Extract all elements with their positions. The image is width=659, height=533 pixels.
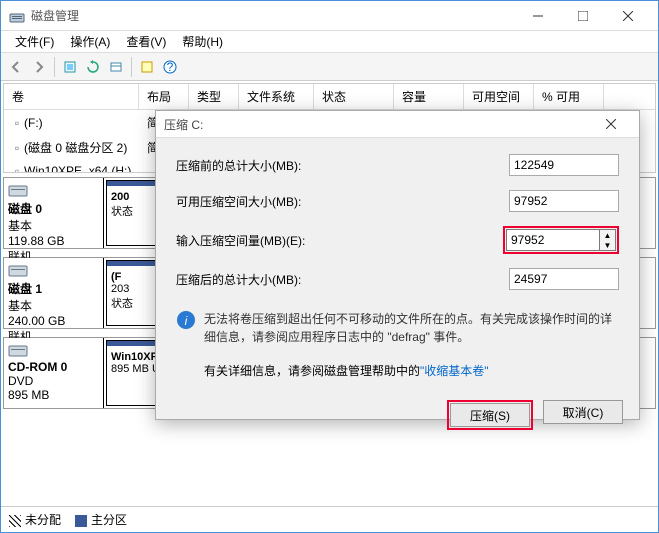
toolbar-button-4[interactable]	[136, 56, 158, 78]
label-size-after: 压缩后的总计大小(MB):	[176, 271, 509, 288]
partition-box[interactable]: 200状态	[106, 180, 160, 246]
menubar: 文件(F) 操作(A) 查看(V) 帮助(H)	[1, 31, 658, 53]
col-capacity[interactable]: 容量	[394, 84, 464, 109]
dialog-close-button[interactable]	[591, 111, 631, 137]
col-type[interactable]: 类型	[189, 84, 239, 109]
toolbar-button-3[interactable]	[105, 56, 127, 78]
disk-info[interactable]: 磁盘 0基本119.88 GB联机	[4, 178, 104, 248]
close-button[interactable]	[605, 1, 650, 30]
info-icon: i	[176, 310, 196, 330]
app-icon	[9, 8, 25, 24]
highlight-shrink-button: 压缩(S)	[447, 400, 533, 430]
cell-name: ▫(F:)	[4, 114, 139, 132]
highlight-shrink-input: ▲ ▼	[503, 226, 619, 254]
info-text-1: 无法将卷压缩到超出任何不可移动的文件所在的点。有关完成该操作时间的详细信息，请参…	[204, 310, 619, 346]
legend-swatch-unallocated	[9, 515, 21, 527]
col-layout[interactable]: 布局	[139, 84, 189, 109]
col-free[interactable]: 可用空间	[464, 84, 534, 109]
shrink-dialog: 压缩 C: 压缩前的总计大小(MB): 122549 可用压缩空间大小(MB):…	[155, 110, 640, 420]
help-button[interactable]: ?	[159, 56, 181, 78]
label-available: 可用压缩空间大小(MB):	[176, 193, 509, 210]
svg-text:?: ?	[167, 60, 174, 74]
legend: 未分配 主分区	[1, 506, 658, 532]
disk-info[interactable]: CD-ROM 0DVD895 MB	[4, 338, 104, 408]
titlebar[interactable]: 磁盘管理	[1, 1, 658, 31]
menu-action[interactable]: 操作(A)	[62, 31, 118, 52]
spin-down-button[interactable]: ▼	[600, 240, 615, 250]
info-text-2: 有关详细信息，请参阅磁盘管理帮助中的"收缩基本卷"	[204, 362, 619, 380]
value-size-after: 24597	[509, 268, 619, 290]
volume-list-header: 卷 布局 类型 文件系统 状态 容量 可用空间 % 可用	[4, 84, 655, 110]
cell-name: ▫(磁盘 0 磁盘分区 2)	[4, 137, 139, 158]
window-title: 磁盘管理	[31, 7, 515, 24]
minimize-button[interactable]	[515, 1, 560, 30]
col-fs[interactable]: 文件系统	[239, 84, 314, 109]
value-size-before: 122549	[509, 154, 619, 176]
legend-swatch-primary	[75, 515, 87, 527]
toolbar-button-1[interactable]	[59, 56, 81, 78]
spin-up-button[interactable]: ▲	[600, 230, 615, 240]
label-size-before: 压缩前的总计大小(MB):	[176, 157, 509, 174]
menu-view[interactable]: 查看(V)	[118, 31, 174, 52]
legend-unallocated: 未分配	[25, 513, 61, 527]
dialog-titlebar[interactable]: 压缩 C:	[156, 111, 639, 138]
back-button[interactable]	[5, 56, 27, 78]
legend-primary: 主分区	[91, 513, 127, 527]
refresh-button[interactable]	[82, 56, 104, 78]
cancel-button[interactable]: 取消(C)	[543, 400, 623, 424]
cell-name: ▫Win10XPE_x64 (H:)	[4, 162, 139, 173]
forward-button[interactable]	[28, 56, 50, 78]
maximize-button[interactable]	[560, 1, 605, 30]
menu-file[interactable]: 文件(F)	[7, 31, 62, 52]
help-link[interactable]: "收缩基本卷"	[420, 364, 489, 378]
toolbar: ?	[1, 53, 658, 81]
shrink-button[interactable]: 压缩(S)	[450, 403, 530, 427]
svg-text:i: i	[185, 314, 188, 328]
value-available: 97952	[509, 190, 619, 212]
dialog-title: 压缩 C:	[164, 116, 591, 133]
menu-help[interactable]: 帮助(H)	[174, 31, 231, 52]
col-status[interactable]: 状态	[314, 84, 394, 109]
label-shrink-amount: 输入压缩空间量(MB)(E):	[176, 232, 503, 249]
shrink-amount-input[interactable]	[506, 229, 600, 251]
col-volume[interactable]: 卷	[4, 84, 139, 109]
col-pct[interactable]: % 可用	[534, 84, 604, 109]
disk-info[interactable]: 磁盘 1基本240.00 GB联机	[4, 258, 104, 328]
partition-box[interactable]: (F203状态	[106, 260, 160, 326]
